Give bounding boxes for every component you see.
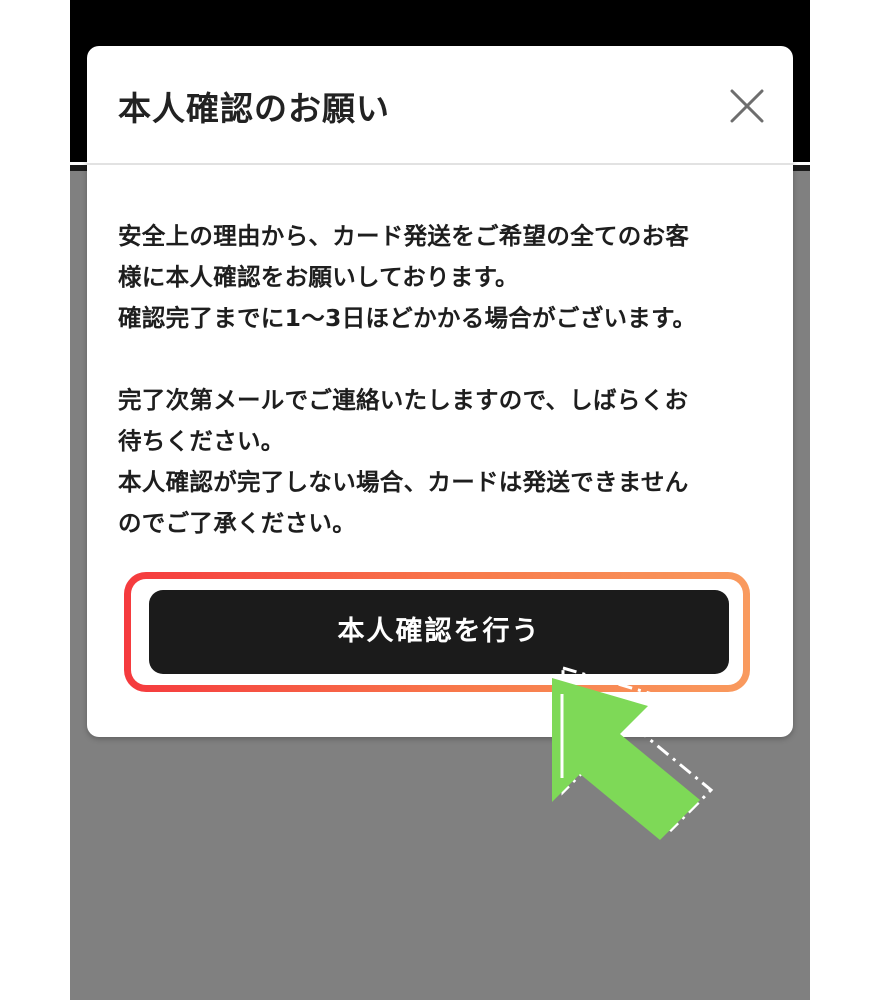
message-line: 様に本人確認をお願いしております。 bbox=[118, 263, 519, 291]
message-paragraph-1: 安全上の理由から、カード発送をご希望の全てのお客 様に本人確認をお願いしておりま… bbox=[118, 216, 758, 339]
modal-header: 本人確認のお願い bbox=[87, 46, 793, 165]
modal-title: 本人確認のお願い bbox=[118, 89, 390, 128]
message-line: 完了次第メールでご連絡いたしますので、しばらくお bbox=[118, 386, 689, 414]
message-line: 待ちください。 bbox=[118, 427, 285, 455]
pointer-arrow-icon bbox=[552, 666, 714, 840]
message-line: 安全上の理由から、カード発送をご希望の全てのお客 bbox=[118, 222, 690, 250]
message-line: のでご了承ください。 bbox=[118, 509, 356, 537]
message-line: 本人確認が完了しない場合、カードは発送できません bbox=[118, 468, 689, 496]
modal-body: 安全上の理由から、カード発送をご希望の全てのお客 様に本人確認をお願いしておりま… bbox=[118, 216, 758, 544]
close-button[interactable] bbox=[727, 86, 767, 126]
close-icon bbox=[730, 89, 764, 123]
message-paragraph-2: 完了次第メールでご連絡いたしますので、しばらくお 待ちください。 本人確認が完了… bbox=[118, 380, 758, 544]
message-line: 確認完了までに1〜3日ほどかかる場合がございます。 bbox=[118, 304, 697, 332]
